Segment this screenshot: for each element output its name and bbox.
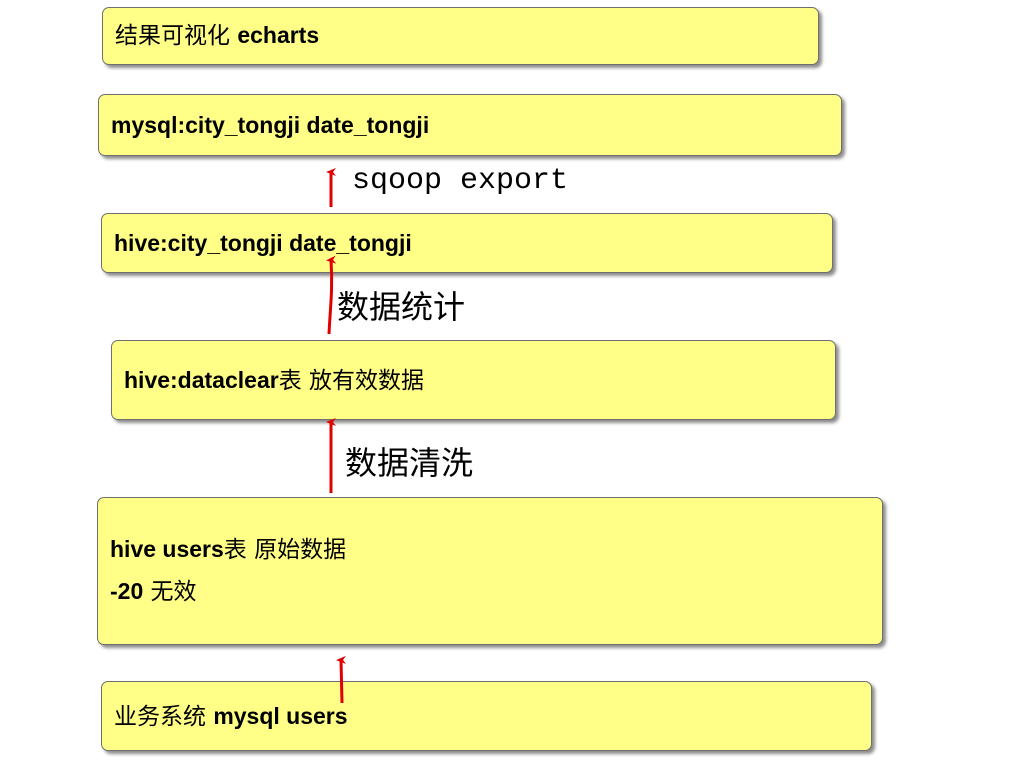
- arrows-layer: [326, 168, 347, 704]
- edge-label-stats: 数据统计: [337, 288, 466, 326]
- pipeline-diagram: 结果可视化 echarts mysql:city_tongji date_ton…: [0, 0, 1024, 768]
- arrow-ingest: [336, 655, 347, 704]
- arrow-stats: [326, 255, 337, 335]
- edge-label-sqoop-export: sqoop export: [352, 164, 569, 198]
- edge-label-cleaning: 数据清洗: [345, 444, 474, 482]
